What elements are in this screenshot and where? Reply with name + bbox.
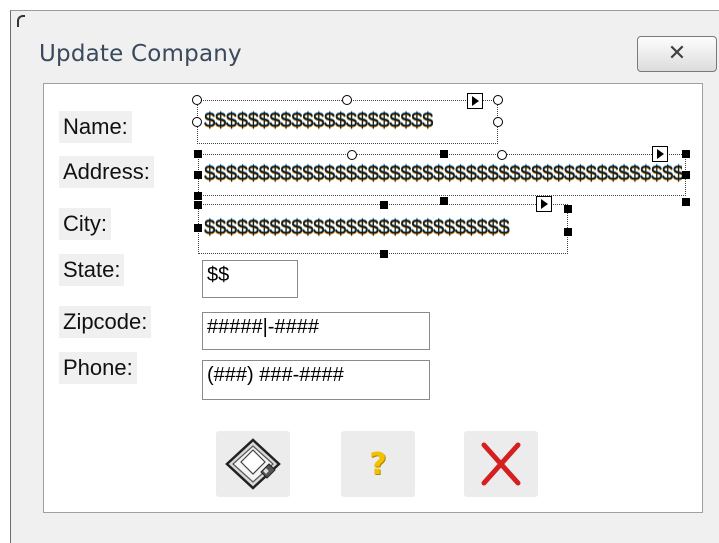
help-button[interactable]: ? — [341, 431, 415, 497]
phone-label: Phone: — [59, 352, 137, 384]
red-x-icon — [481, 442, 521, 486]
resize-handle[interactable] — [682, 171, 690, 179]
resize-handle[interactable] — [380, 201, 388, 209]
floppy-disk-icon — [225, 438, 281, 490]
resize-handle[interactable] — [497, 150, 507, 160]
window-title: Update Company — [39, 41, 242, 67]
close-icon: ✕ — [667, 41, 687, 66]
resize-handle[interactable] — [380, 250, 388, 258]
resize-handle[interactable] — [564, 205, 572, 213]
dialog-window: Update Company ✕ Name: Address: City: St… — [10, 10, 719, 543]
smart-tag-icon[interactable] — [467, 93, 483, 109]
zipcode-field[interactable]: #####|-#### — [202, 312, 430, 350]
smart-tag-icon[interactable] — [652, 146, 668, 162]
address-label: Address: — [59, 156, 154, 188]
resize-handle[interactable] — [192, 117, 202, 127]
resize-handle[interactable] — [440, 197, 448, 205]
form-panel: Name: Address: City: State: Zipcode: Pho… — [43, 83, 703, 513]
city-field[interactable]: $$$$$$$$$$$$$$$$$$$$$$$$$$$$ — [202, 215, 564, 243]
address-field[interactable]: $$$$$$$$$$$$$$$$$$$$$$$$$$$$$$$$$$$$$$$$… — [202, 161, 682, 189]
close-button[interactable]: ✕ — [637, 36, 717, 72]
phone-field[interactable]: (###) ###-#### — [202, 360, 430, 400]
save-button[interactable] — [216, 431, 290, 497]
cancel-button[interactable] — [464, 431, 538, 497]
state-field[interactable]: $$ — [202, 260, 298, 298]
resize-handle[interactable] — [440, 150, 448, 158]
name-label: Name: — [59, 111, 132, 143]
resize-handle[interactable] — [194, 171, 202, 179]
question-mark-icon: ? — [369, 446, 387, 482]
zipcode-label: Zipcode: — [59, 306, 152, 338]
city-label: City: — [59, 208, 111, 240]
window-corner-mark — [17, 15, 25, 27]
resize-handle[interactable] — [194, 224, 202, 232]
resize-handle[interactable] — [493, 117, 503, 127]
resize-handle[interactable] — [682, 150, 690, 158]
resize-handle[interactable] — [194, 192, 202, 200]
name-field[interactable]: $$$$$$$$$$$$$$$$$$$$$ — [202, 108, 492, 136]
resize-handle[interactable] — [347, 150, 357, 160]
state-label: State: — [59, 254, 125, 286]
resize-handle[interactable] — [342, 95, 352, 105]
resize-handle[interactable] — [194, 150, 202, 158]
resize-handle[interactable] — [493, 95, 503, 105]
resize-handle[interactable] — [564, 228, 572, 236]
smart-tag-icon[interactable] — [536, 196, 552, 212]
resize-handle[interactable] — [192, 95, 202, 105]
resize-handle[interactable] — [682, 198, 690, 206]
resize-handle[interactable] — [194, 201, 202, 209]
